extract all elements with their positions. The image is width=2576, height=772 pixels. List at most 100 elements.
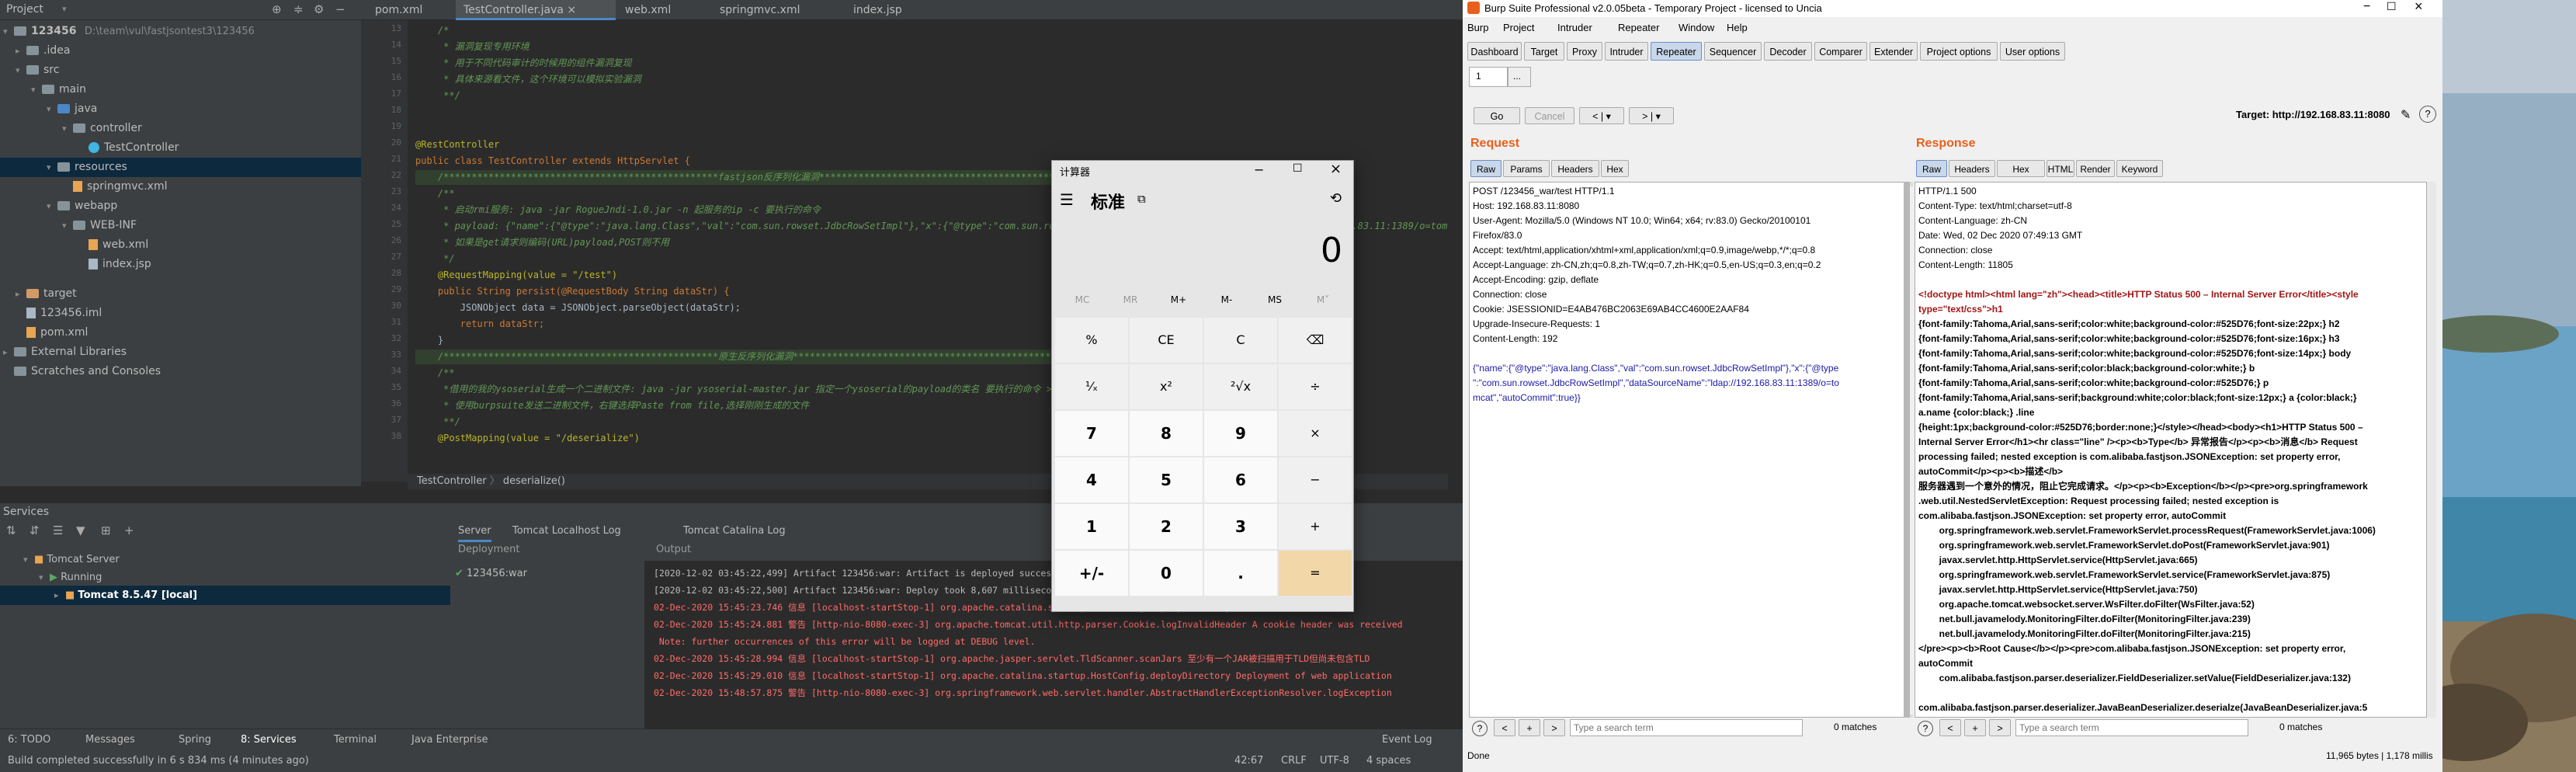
calc-key[interactable]: 3	[1204, 504, 1277, 549]
request-search-next[interactable]: >	[1543, 719, 1565, 736]
target-icon[interactable]: ⊕	[272, 2, 282, 16]
calc-key[interactable]: −	[1279, 457, 1352, 502]
tree-item-src[interactable]: ▾ src	[16, 61, 59, 80]
memory-button[interactable]: MS	[1252, 294, 1297, 305]
edit-target-icon[interactable]: ✎	[2401, 107, 2411, 123]
calc-key[interactable]: ¹⁄ₓ	[1055, 364, 1128, 409]
request-search-input[interactable]	[1570, 719, 1803, 736]
event-log-tab[interactable]: Event Log	[1382, 729, 1432, 751]
calc-key[interactable]: ⌫	[1279, 318, 1352, 363]
minimize-button[interactable]: −	[1254, 162, 1264, 177]
tree-item-resources[interactable]: ▾ resources	[0, 158, 361, 177]
view-tab[interactable]: Hex	[1997, 160, 2045, 177]
project-view-dropdown[interactable]: Project	[6, 3, 43, 16]
burp-tab[interactable]: Proxy	[1567, 42, 1602, 61]
window-maximize-icon[interactable]: ☐	[2387, 0, 2397, 13]
tree-item-java[interactable]: ▾ java	[47, 99, 97, 119]
memory-button[interactable]: M-	[1204, 294, 1249, 305]
tab-pom[interactable]: pom.xml	[367, 0, 454, 20]
close-button[interactable]: ×	[1330, 161, 1342, 177]
calc-key[interactable]: =	[1279, 551, 1352, 596]
response-search-prev[interactable]: <	[1939, 719, 1961, 736]
tree-item-scratches[interactable]: Scratches and Consoles	[3, 362, 161, 381]
tab-web-xml[interactable]: web.xml	[617, 0, 710, 20]
burp-tab[interactable]: Sequencer	[1704, 42, 1762, 61]
calc-key[interactable]: C	[1204, 318, 1277, 363]
back-button[interactable]: < | ▾	[1579, 107, 1624, 124]
response-search-input[interactable]	[2015, 719, 2248, 736]
calc-key[interactable]: ÷	[1279, 364, 1352, 409]
memory-button[interactable]: M˅	[1300, 294, 1345, 305]
service-running[interactable]: ▾ ▶ Running	[39, 568, 102, 587]
add-service-icon[interactable]: +	[124, 523, 134, 537]
window-close-icon[interactable]: ×	[2415, 0, 2423, 15]
tree-item-webapp[interactable]: ▾ webapp	[47, 196, 117, 216]
calc-key[interactable]: 9	[1204, 411, 1277, 456]
view-tab[interactable]: Raw	[1470, 160, 1502, 177]
group-icon[interactable]: ☰	[53, 523, 63, 537]
messages-tab[interactable]: Messages	[85, 729, 135, 751]
tree-item-external-libraries[interactable]: ▸ External Libraries	[3, 343, 127, 362]
burp-tab[interactable]: Dashboard	[1467, 42, 1522, 61]
tree-item-pom[interactable]: pom.xml	[16, 323, 88, 343]
file-encoding[interactable]: UTF-8	[1320, 750, 1349, 772]
terminal-tab[interactable]: Terminal	[334, 729, 377, 751]
response-search-add[interactable]: +	[1964, 719, 1986, 736]
todo-tab[interactable]: 6: TODO	[8, 729, 50, 751]
gear-icon[interactable]: ⚙	[314, 2, 324, 16]
line-separator[interactable]: CRLF	[1281, 750, 1307, 772]
burp-tab[interactable]: Decoder	[1764, 42, 1812, 61]
burp-tab[interactable]: User options	[2000, 42, 2065, 61]
response-search-next[interactable]: >	[1989, 719, 2011, 736]
services-tab[interactable]: 8: Services	[241, 729, 297, 751]
response-scrollbar[interactable]	[2427, 182, 2436, 718]
cancel-button[interactable]: Cancel	[1525, 107, 1574, 124]
spring-tab[interactable]: Spring	[179, 729, 211, 751]
settings-icon[interactable]: ⊞	[101, 523, 111, 537]
calc-key[interactable]: 6	[1204, 457, 1277, 502]
view-tab[interactable]: Raw	[1916, 160, 1947, 177]
calc-key[interactable]: ²√x	[1204, 364, 1277, 409]
view-tab[interactable]: HTML	[2047, 160, 2074, 177]
calc-key[interactable]: .	[1204, 551, 1277, 596]
calc-key[interactable]: CE	[1130, 318, 1203, 363]
calc-key[interactable]: x²	[1130, 364, 1203, 409]
view-tab[interactable]: Hex	[1601, 160, 1629, 177]
burp-menu-item[interactable]: Window	[1679, 17, 1714, 39]
request-help-icon[interactable]: ?	[1472, 721, 1488, 736]
view-tab[interactable]: Params	[1503, 160, 1550, 177]
tab-localhost-log[interactable]: Tomcat Localhost Log	[512, 520, 621, 542]
view-tab[interactable]: Render	[2076, 160, 2115, 177]
view-tab[interactable]: Headers	[1551, 160, 1599, 177]
tree-item-springmvc[interactable]: springmvc.xml	[62, 177, 167, 196]
breadcrumb-method[interactable]: deserialize()	[503, 475, 565, 487]
calc-key[interactable]: +/-	[1055, 551, 1128, 596]
burp-menu-item[interactable]: Help	[1727, 17, 1748, 39]
memory-button[interactable]: MC	[1060, 294, 1105, 305]
burp-menu-item[interactable]: Burp	[1467, 17, 1488, 39]
calc-key[interactable]: 5	[1130, 457, 1203, 502]
help-icon[interactable]: ?	[2419, 106, 2436, 123]
expand-all-icon[interactable]: ⇅	[6, 523, 16, 537]
request-editor[interactable]: POST /123456_war/test HTTP/1.1 Host: 192.…	[1469, 182, 1905, 718]
repeater-tab-1[interactable]: 1	[1469, 67, 1508, 87]
burp-tab[interactable]: Extender	[1870, 42, 1918, 61]
java-enterprise-tab[interactable]: Java Enterprise	[411, 729, 488, 751]
window-minimize-icon[interactable]: −	[2363, 0, 2370, 14]
tree-item-idea[interactable]: ▸ .idea	[16, 41, 70, 61]
tab-testcontroller[interactable]: TestController.java ×	[456, 0, 616, 20]
request-search-add[interactable]: +	[1519, 719, 1540, 736]
indent-setting[interactable]: 4 spaces	[1366, 750, 1411, 772]
calc-key[interactable]: 1	[1055, 504, 1128, 549]
tree-item-target[interactable]: ▸ target	[16, 284, 77, 304]
burp-menu-item[interactable]: Repeater	[1618, 17, 1659, 39]
chevron-down-icon[interactable]: ▾	[62, 4, 67, 14]
forward-button[interactable]: > | ▾	[1629, 107, 1674, 124]
repeater-tab-new[interactable]: ...	[1508, 67, 1531, 87]
service-tomcat-server[interactable]: ▾ ■ Tomcat Server	[23, 550, 120, 569]
tab-catalina-log[interactable]: Tomcat Catalina Log	[683, 520, 786, 542]
request-search-prev[interactable]: <	[1494, 719, 1515, 736]
filter-icon[interactable]: ▼	[76, 523, 85, 537]
breadcrumb-class[interactable]: TestController	[417, 475, 487, 487]
calc-key[interactable]: ×	[1279, 411, 1352, 456]
